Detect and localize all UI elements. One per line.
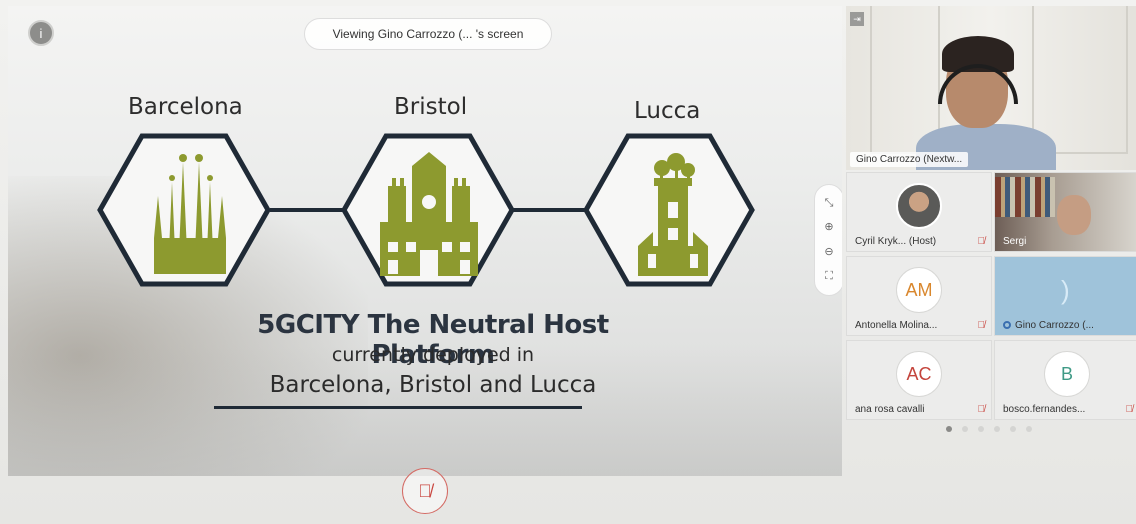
gallery-pager bbox=[946, 426, 1032, 432]
city-label-lucca: Lucca bbox=[634, 98, 701, 124]
status-icon bbox=[1003, 321, 1011, 330]
speaker-name-label: Gino Carrozzo (Nextw... bbox=[850, 152, 969, 167]
active-speaker-video[interactable]: ⇥ Gino Carrozzo (Nextw... bbox=[846, 6, 1136, 170]
avatar-initials: AC bbox=[896, 351, 942, 397]
slide-underline bbox=[214, 406, 582, 409]
mic-muted-icon: 🎙̸ bbox=[977, 236, 986, 247]
participant-name: ana rosa cavalli bbox=[855, 404, 925, 415]
zoom-in-icon[interactable]: ⊕ bbox=[824, 222, 833, 233]
mute-microphone-button[interactable]: 🎙̸ bbox=[402, 468, 448, 514]
mic-muted-icon: 🎙̸ bbox=[1125, 404, 1134, 415]
participant-name: Sergi bbox=[1003, 236, 1027, 247]
page-dot[interactable] bbox=[946, 426, 952, 432]
microphone-muted-icon: 🎙̸ bbox=[418, 480, 432, 501]
mic-muted-icon: 🎙̸ bbox=[977, 404, 986, 415]
city-label-barcelona: Barcelona bbox=[128, 94, 243, 120]
participant-name: Cyril Kryk... (Host) bbox=[855, 236, 937, 247]
zoom-controls: ⤡ ⊕ ⊖ ⛶ bbox=[814, 184, 842, 296]
meeting-window: Barcelona Bristol Lucca 5GCITY The Neutr… bbox=[0, 0, 1136, 524]
fullscreen-icon[interactable]: ⛶ bbox=[825, 271, 833, 282]
shared-screen: Barcelona Bristol Lucca 5GCITY The Neutr… bbox=[8, 6, 842, 476]
zoom-out-icon[interactable]: ⊖ bbox=[824, 246, 833, 258]
page-dot[interactable] bbox=[1026, 426, 1032, 432]
participant-name: Gino Carrozzo (... bbox=[1003, 320, 1094, 331]
info-icon[interactable]: i bbox=[28, 20, 54, 46]
slide-subtitle: currently deployed in bbox=[331, 344, 535, 366]
participant-name: bosco.fernandes... bbox=[1003, 404, 1086, 415]
participant-tile[interactable]: ) Gino Carrozzo (... bbox=[994, 256, 1136, 336]
participant-name: Antonella Molina... bbox=[855, 320, 938, 331]
participant-tile[interactable]: AM Antonella Molina... 🎙̸ bbox=[846, 256, 992, 336]
page-dot[interactable] bbox=[962, 426, 968, 432]
participant-tile[interactable]: AC ana rosa cavalli 🎙̸ bbox=[846, 340, 992, 420]
pop-out-icon[interactable]: ⇥ bbox=[850, 12, 864, 26]
viewing-screen-banner[interactable]: Viewing Gino Carrozzo (... 's screen bbox=[304, 18, 552, 50]
participant-tile[interactable]: Cyril Kryk... (Host) 🎙̸ bbox=[846, 172, 992, 252]
city-label-bristol: Bristol bbox=[394, 94, 468, 120]
participant-tile[interactable]: B bosco.fernandes... 🎙̸ bbox=[994, 340, 1136, 420]
participant-tile[interactable]: Sergi bbox=[994, 172, 1136, 252]
page-dot[interactable] bbox=[1010, 426, 1016, 432]
page-dot[interactable] bbox=[978, 426, 984, 432]
bookshelf bbox=[995, 177, 1055, 217]
page-dot[interactable] bbox=[994, 426, 1000, 432]
speaking-indicator-icon: ) bbox=[1061, 275, 1070, 305]
avatar-initials: AM bbox=[896, 267, 942, 313]
mic-muted-icon: 🎙̸ bbox=[977, 320, 986, 331]
avatar bbox=[896, 183, 942, 229]
collapse-icon[interactable]: ⤡ bbox=[825, 197, 834, 209]
avatar-initials: B bbox=[1044, 351, 1090, 397]
slide-cities-line: Barcelona, Bristol and Lucca bbox=[269, 372, 597, 398]
